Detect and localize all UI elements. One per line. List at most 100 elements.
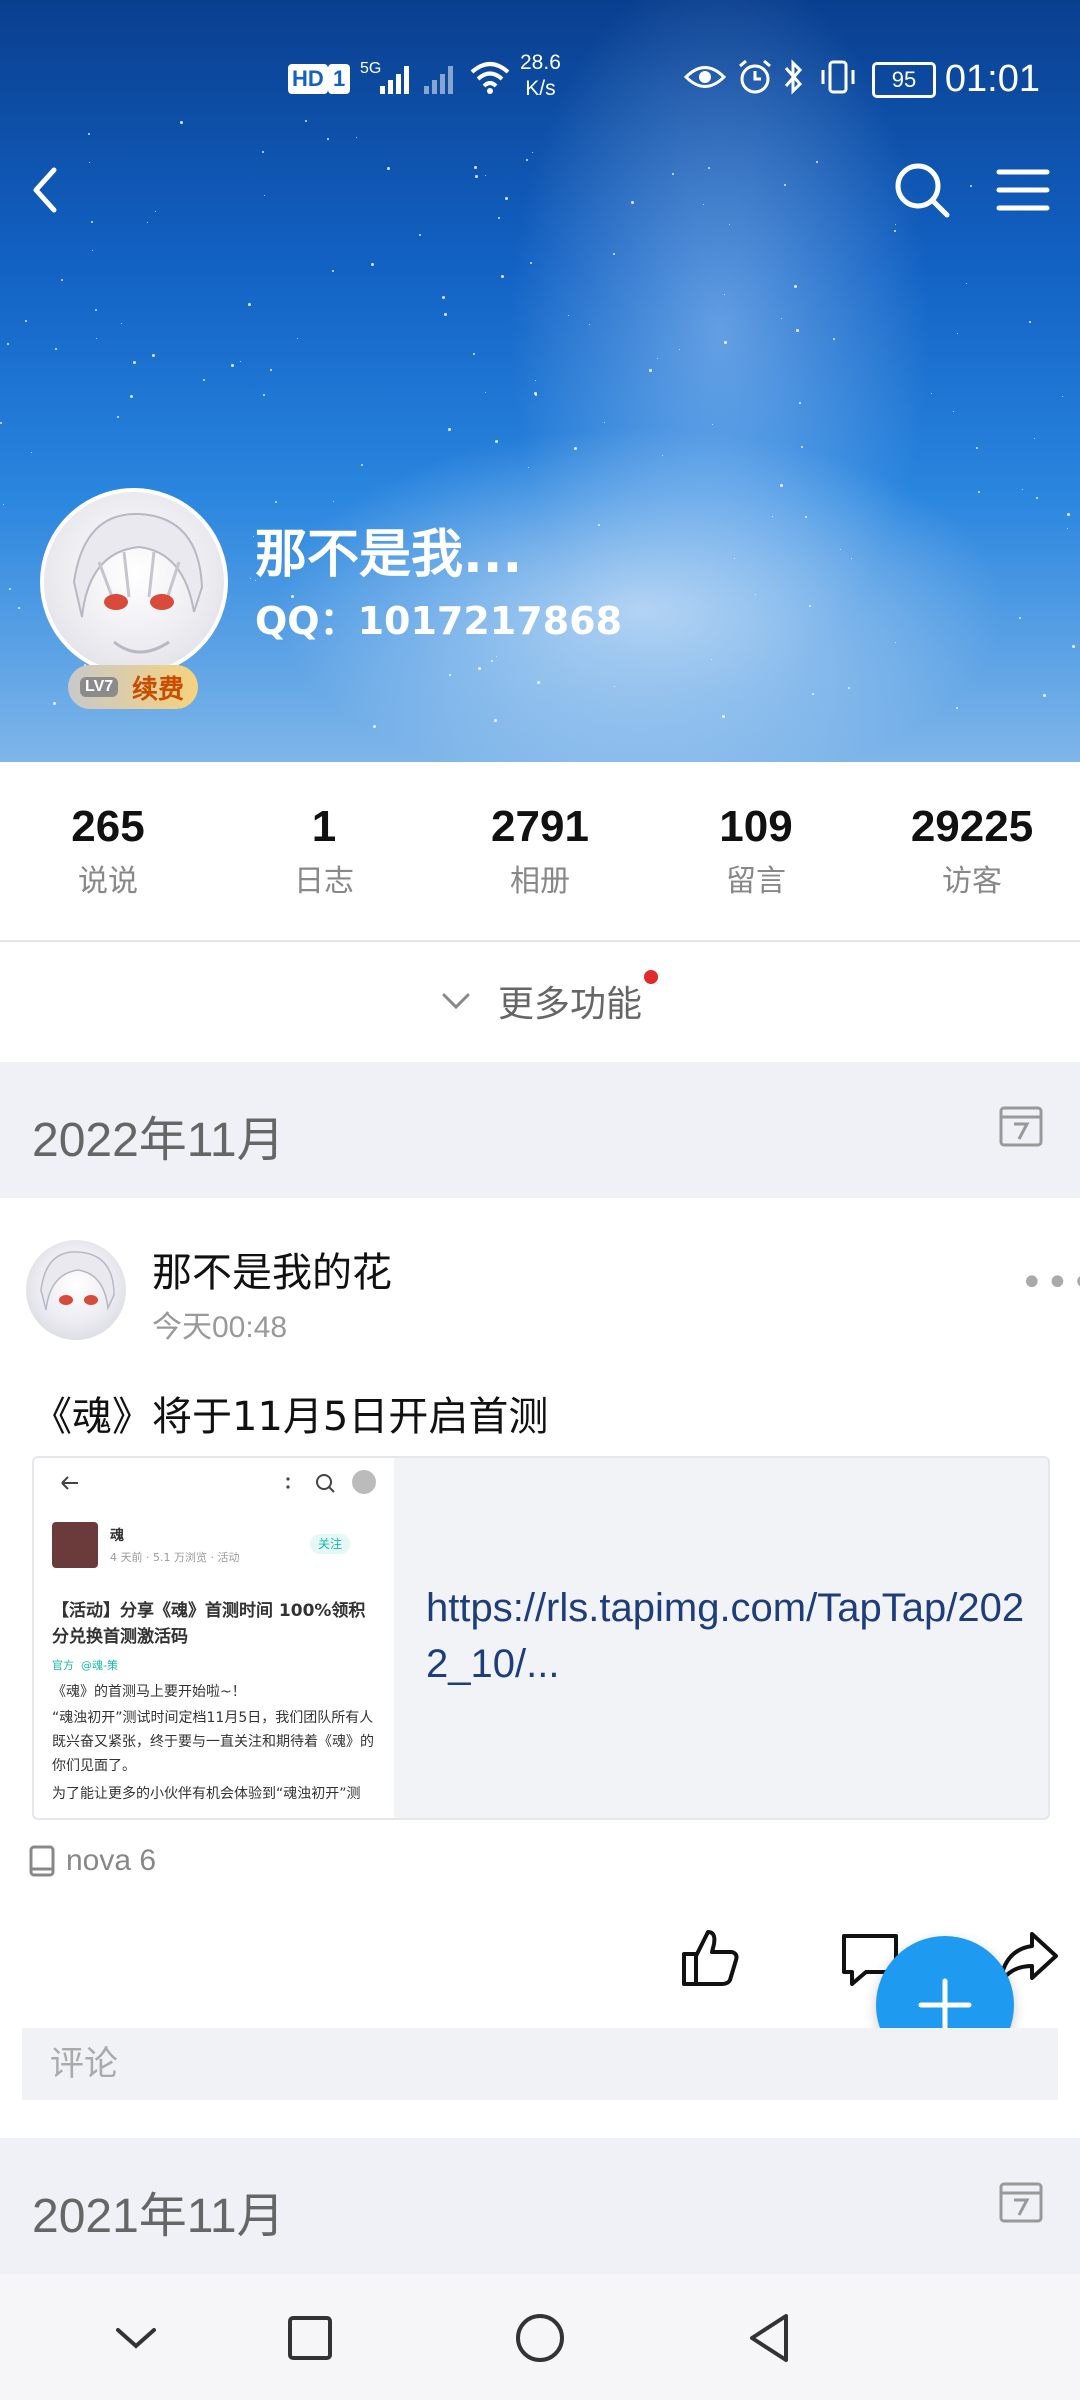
- star-decoration: [537, 681, 540, 684]
- star-decoration: [978, 491, 980, 493]
- star-decoration: [1034, 438, 1035, 439]
- home-circle-icon[interactable]: [512, 2310, 568, 2366]
- stat-value: 265: [71, 802, 145, 851]
- stat-label: 访客: [942, 864, 1002, 899]
- stat-shuoshuo[interactable]: 265 说说: [0, 762, 216, 940]
- star-decoration: [25, 320, 27, 322]
- star-decoration: [91, 221, 93, 223]
- star-decoration: [1062, 396, 1063, 397]
- star-decoration: [851, 558, 852, 559]
- star-decoration: [270, 369, 272, 371]
- star-decoration: [117, 416, 119, 418]
- calendar-icon[interactable]: [998, 1102, 1044, 1148]
- eye-icon: [684, 66, 726, 88]
- menu-icon[interactable]: [995, 162, 1051, 218]
- star-decoration: [535, 380, 536, 381]
- star-decoration: [361, 464, 363, 466]
- status-bar: HD 1 5G 28.6 K/s 95 01:01: [0, 50, 1080, 110]
- star-decoration: [3, 504, 4, 505]
- renew-label: 续费: [131, 674, 184, 705]
- more-functions-button[interactable]: 更多功能: [0, 942, 1080, 1060]
- star-decoration: [662, 455, 663, 456]
- star-decoration: [53, 702, 56, 705]
- star-decoration: [387, 167, 390, 170]
- star-decoration: [535, 394, 537, 396]
- like-icon[interactable]: [678, 1926, 742, 1990]
- calendar-icon[interactable]: [998, 2178, 1044, 2224]
- link-preview-card[interactable]: 魂 4 天前 · 5.1 万浏览 · 活动 关注 【活动】分享《魂》首测时间 1…: [32, 1456, 1050, 1820]
- star-decoration: [711, 659, 712, 660]
- star-decoration: [485, 392, 486, 393]
- star-decoration: [275, 501, 277, 503]
- star-decoration: [155, 211, 156, 212]
- star-decoration: [703, 204, 704, 205]
- star-decoration: [1022, 489, 1023, 490]
- stat-albums[interactable]: 2791 相册: [432, 762, 648, 940]
- signal-icon: [380, 66, 409, 94]
- comment-input[interactable]: 评论: [22, 2028, 1058, 2100]
- star-decoration: [1029, 321, 1031, 323]
- stats-bar: 265 说说 1 日志 2791 相册 109 留言 29225 访客: [0, 762, 1080, 942]
- star-decoration: [88, 133, 90, 135]
- back-arrow-icon[interactable]: [18, 160, 78, 220]
- network-speed: 28.6 K/s: [520, 51, 561, 100]
- stat-value: 109: [719, 802, 793, 851]
- star-decoration: [672, 173, 674, 175]
- star-decoration: [61, 279, 63, 281]
- star-decoration: [501, 275, 504, 278]
- app-icon: [52, 1522, 98, 1568]
- more-options-icon[interactable]: •••: [1020, 1260, 1080, 1306]
- recents-square-icon[interactable]: [282, 2310, 338, 2366]
- star-decoration: [812, 693, 814, 695]
- stat-messages[interactable]: 109 留言: [648, 762, 864, 940]
- profile-cover[interactable]: HD 1 5G 28.6 K/s 95 01:01 LV7 续费 那不是我...…: [0, 0, 1080, 762]
- star-decoration: [253, 536, 254, 537]
- star-decoration: [833, 338, 835, 340]
- star-decoration: [474, 166, 477, 169]
- star-decoration: [604, 422, 605, 423]
- link-url[interactable]: https://rls.tapimg.com/TapTap/2022_10/..…: [426, 1580, 1036, 1692]
- chevron-down-icon[interactable]: [108, 2310, 164, 2366]
- star-decoration: [816, 161, 818, 163]
- plus-icon: [918, 1978, 972, 2032]
- star-decoration: [356, 137, 357, 138]
- star-decoration: [203, 379, 205, 381]
- star-decoration: [801, 446, 803, 448]
- star-decoration: [1036, 497, 1038, 499]
- star-decoration: [729, 224, 730, 225]
- month-header: 2022年11月: [0, 1062, 1080, 1198]
- vip-renew-badge[interactable]: LV7 续费: [68, 665, 198, 709]
- alarm-icon: [739, 59, 771, 94]
- star-decoration: [1019, 617, 1021, 619]
- star-decoration: [848, 687, 850, 689]
- star-decoration: [444, 313, 447, 316]
- battery-indicator: 95: [872, 62, 936, 98]
- stat-label: 留言: [726, 864, 786, 899]
- star-decoration: [755, 594, 756, 595]
- star-decoration: [589, 324, 590, 325]
- sim-indicator: 1: [328, 64, 351, 94]
- profile-avatar[interactable]: [40, 488, 228, 676]
- thumb-body-3: 为了能让更多的小伙伴有机会体验到“魂浊初开”测: [52, 1786, 361, 1802]
- device-info: nova 6: [28, 1844, 156, 1878]
- star-decoration: [264, 195, 265, 196]
- star-decoration: [505, 197, 508, 200]
- thumb-body-2: “魂浊初开”测试时间定档11月5日，我们团队所有人既兴奋又紧张，终于要与一直关注…: [52, 1710, 374, 1774]
- star-decoration: [1072, 645, 1075, 648]
- month-label: 2022年11月: [32, 1114, 285, 1167]
- star-decoration: [95, 309, 97, 311]
- star-decoration: [478, 667, 481, 670]
- star-decoration: [613, 253, 615, 255]
- star-decoration: [152, 354, 155, 357]
- stat-visitors[interactable]: 29225 访客: [864, 762, 1080, 940]
- star-decoration: [121, 323, 122, 324]
- hd-indicator: HD: [288, 64, 328, 94]
- stat-value: 1: [311, 802, 337, 851]
- post-author-avatar[interactable]: [26, 1240, 126, 1340]
- stat-diary[interactable]: 1 日志: [216, 762, 432, 940]
- search-icon[interactable]: [892, 160, 952, 220]
- star-decoration: [957, 333, 958, 334]
- back-triangle-icon[interactable]: [742, 2310, 798, 2366]
- post-author-name[interactable]: 那不是我的花: [152, 1240, 392, 1298]
- star-decoration: [931, 393, 932, 394]
